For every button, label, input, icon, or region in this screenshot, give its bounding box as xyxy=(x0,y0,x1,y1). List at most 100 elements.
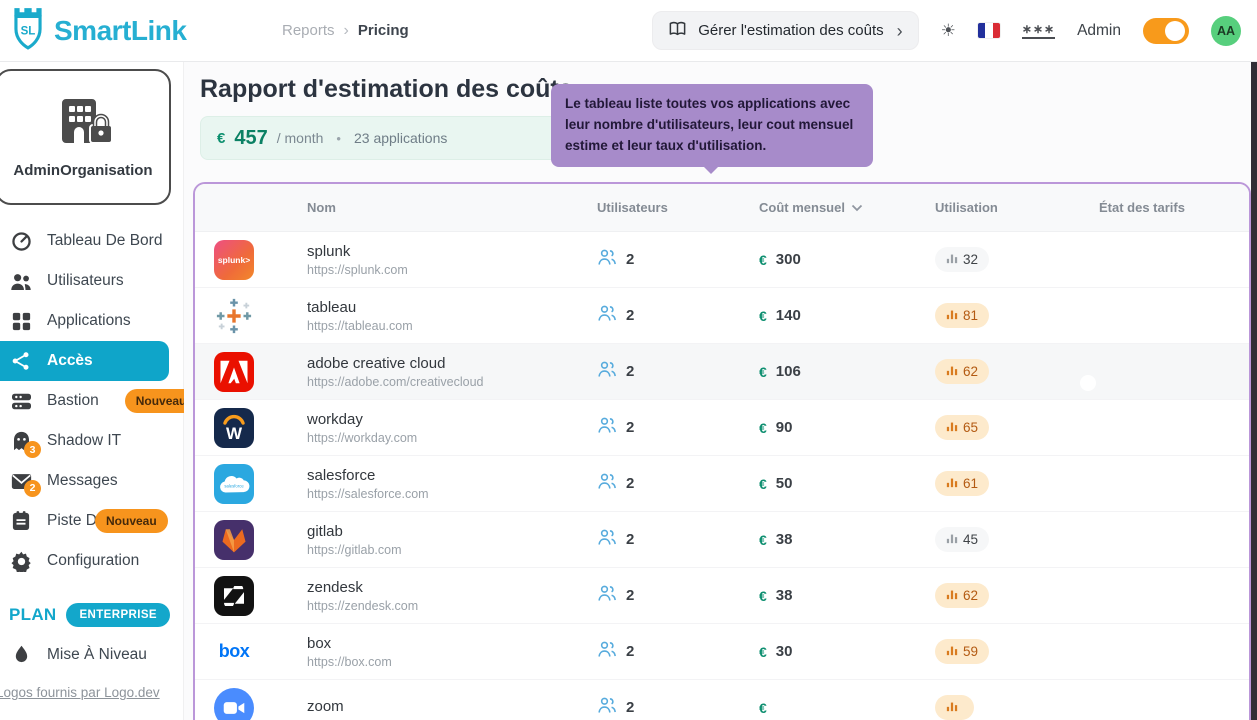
gear-icon xyxy=(9,551,33,572)
column-header-utilisateurs[interactable]: Utilisateurs xyxy=(597,200,759,215)
sidebar-item-bastion[interactable]: Bastion Nouveau xyxy=(0,381,169,421)
gitlab-logo xyxy=(214,520,254,560)
toggle-knob xyxy=(1080,655,1096,671)
table-body: splunk> splunk https://splunk.com 2 € 30… xyxy=(195,232,1249,720)
server-icon xyxy=(9,392,33,411)
plan-row: PLAN ENTERPRISE xyxy=(0,603,183,627)
users-count: 2 xyxy=(626,531,634,548)
notification-count-badge: 3 xyxy=(24,441,41,458)
sidebar-item-applications[interactable]: Applications xyxy=(0,301,169,341)
total-cost-value: 457 xyxy=(234,127,267,150)
table-tooltip: Le tableau liste toutes vos applications… xyxy=(551,84,873,167)
column-header-etat-des-tarifs[interactable]: État des tarifs xyxy=(1099,200,1249,215)
euro-icon: € xyxy=(759,476,767,492)
table-row-splunk[interactable]: splunk> splunk https://splunk.com 2 € 30… xyxy=(195,232,1249,288)
plan-enterprise-badge: ENTERPRISE xyxy=(66,603,170,627)
sidebar-item-messages[interactable]: 2 Messages xyxy=(0,461,169,501)
avatar[interactable]: AA xyxy=(1211,16,1241,46)
scrollbar[interactable] xyxy=(1251,62,1257,720)
app-name: box xyxy=(307,635,597,652)
nouveau-badge: Nouveau xyxy=(95,509,168,533)
french-flag-icon[interactable] xyxy=(978,23,1000,38)
toggle-knob xyxy=(1102,487,1118,503)
euro-icon: € xyxy=(759,364,767,380)
zendesk-logo xyxy=(214,576,254,616)
table-row-zendesk[interactable]: zendesk https://zendesk.com 2 € 38 62 xyxy=(195,568,1249,624)
users-count: 2 xyxy=(626,643,634,660)
toggle-knob xyxy=(1102,599,1118,615)
logos-credit-link[interactable]: Logos fournis par Logo.dev xyxy=(0,685,183,700)
app-name: zoom xyxy=(307,698,597,715)
table-row-gitlab[interactable]: gitlab https://gitlab.com 2 € 38 45 xyxy=(195,512,1249,568)
admin-toggle[interactable] xyxy=(1143,18,1189,44)
mail-icon: 2 xyxy=(9,473,33,490)
password-dots-icon[interactable]: ∗∗∗ xyxy=(1022,23,1055,39)
users-count: 2 xyxy=(626,475,634,492)
cost-summary: € 457 / month • 23 applications xyxy=(200,116,558,160)
sidebar-nav: Tableau De Bord Utilisateurs Application… xyxy=(0,221,183,581)
breadcrumb-reports[interactable]: Reports xyxy=(282,22,335,39)
users-count: 2 xyxy=(626,251,634,268)
app-url: https://gitlab.com xyxy=(307,543,597,557)
sidebar-item-label: Messages xyxy=(47,472,118,490)
users-icon xyxy=(597,472,617,495)
organization-card[interactable]: AdminOrganisation xyxy=(0,69,171,205)
sidebar: AdminOrganisation Tableau De Bord Utilis… xyxy=(0,62,184,720)
tableau-logo xyxy=(214,296,254,336)
shield-logo-icon: SL xyxy=(8,6,48,55)
table-row-salesforce[interactable]: salesforce salesforce https://salesforce… xyxy=(195,456,1249,512)
app-name: salesforce xyxy=(307,467,597,484)
table-row-adobe-creative-cloud[interactable]: adobe creative cloud https://adobe.com/c… xyxy=(195,344,1249,400)
sidebar-item-utilisateurs[interactable]: Utilisateurs xyxy=(0,261,169,301)
organization-name: AdminOrganisation xyxy=(13,162,152,179)
app-name: splunk xyxy=(307,243,597,260)
column-header-nom[interactable]: Nom xyxy=(307,200,597,215)
users-count: 2 xyxy=(626,699,634,716)
euro-icon: € xyxy=(759,308,767,324)
organization-building-lock-icon xyxy=(52,95,114,152)
workday-logo: W xyxy=(214,408,254,448)
bar-chart-icon xyxy=(946,700,958,715)
sort-chevron-down-icon xyxy=(851,200,863,215)
sidebar-item-piste-d-audit[interactable]: Piste D'audit Nouveau xyxy=(0,501,169,541)
monthly-cost: 30 xyxy=(776,643,793,660)
sidebar-item-label: Configuration xyxy=(47,552,139,570)
sidebar-item-shadow-it[interactable]: 3 Shadow IT xyxy=(0,421,169,461)
app-url: https://workday.com xyxy=(307,431,597,445)
table-row-tableau[interactable]: tableau https://tableau.com 2 € 140 81 xyxy=(195,288,1249,344)
column-header-utilisation[interactable]: Utilisation xyxy=(935,200,1099,215)
salesforce-logo: salesforce xyxy=(214,464,254,504)
app-name: adobe creative cloud xyxy=(307,355,597,372)
toggle-knob xyxy=(1102,263,1118,279)
sidebar-item-acces[interactable]: Accès xyxy=(0,341,169,381)
sidebar-item-configuration[interactable]: Configuration xyxy=(0,541,169,581)
brand-logo[interactable]: SL SmartLink xyxy=(8,6,282,55)
sidebar-item-tableau-de-bord[interactable]: Tableau De Bord xyxy=(0,221,169,261)
applications-count: 23 applications xyxy=(354,130,447,146)
users-count: 2 xyxy=(626,419,634,436)
users-count: 2 xyxy=(626,363,634,380)
column-header-cout-mensuel[interactable]: Coût mensuel xyxy=(759,200,935,215)
usage-badge: 61 xyxy=(935,471,989,496)
theme-sun-icon[interactable]: ☀ xyxy=(941,21,956,41)
euro-icon: € xyxy=(759,252,767,268)
bar-chart-icon xyxy=(946,644,958,659)
manage-costs-button[interactable]: Gérer l'estimation des coûts › xyxy=(652,11,918,50)
bar-chart-icon xyxy=(946,364,958,379)
zoom-logo xyxy=(214,688,254,720)
usage-badge: 45 xyxy=(935,527,989,552)
usage-badge: 59 xyxy=(935,639,989,664)
sidebar-item-upgrade[interactable]: Mise À Niveau xyxy=(0,635,169,675)
table-row-zoom[interactable]: zoom 2 € xyxy=(195,680,1249,720)
monthly-cost: 300 xyxy=(776,251,801,268)
per-month-label: / month xyxy=(277,130,324,146)
table-row-workday[interactable]: W workday https://workday.com 2 € 90 65 xyxy=(195,400,1249,456)
top-header: SL SmartLink Reports › Pricing Gérer l'e… xyxy=(0,0,1257,62)
gauge-icon xyxy=(9,231,33,252)
breadcrumb-pricing: Pricing xyxy=(358,22,409,39)
table-row-box[interactable]: box box https://box.com 2 € 30 59 xyxy=(195,624,1249,680)
manage-costs-label: Gérer l'estimation des coûts xyxy=(698,22,883,39)
users-icon xyxy=(597,416,617,439)
users-icon xyxy=(597,528,617,551)
grid-icon xyxy=(9,312,33,331)
